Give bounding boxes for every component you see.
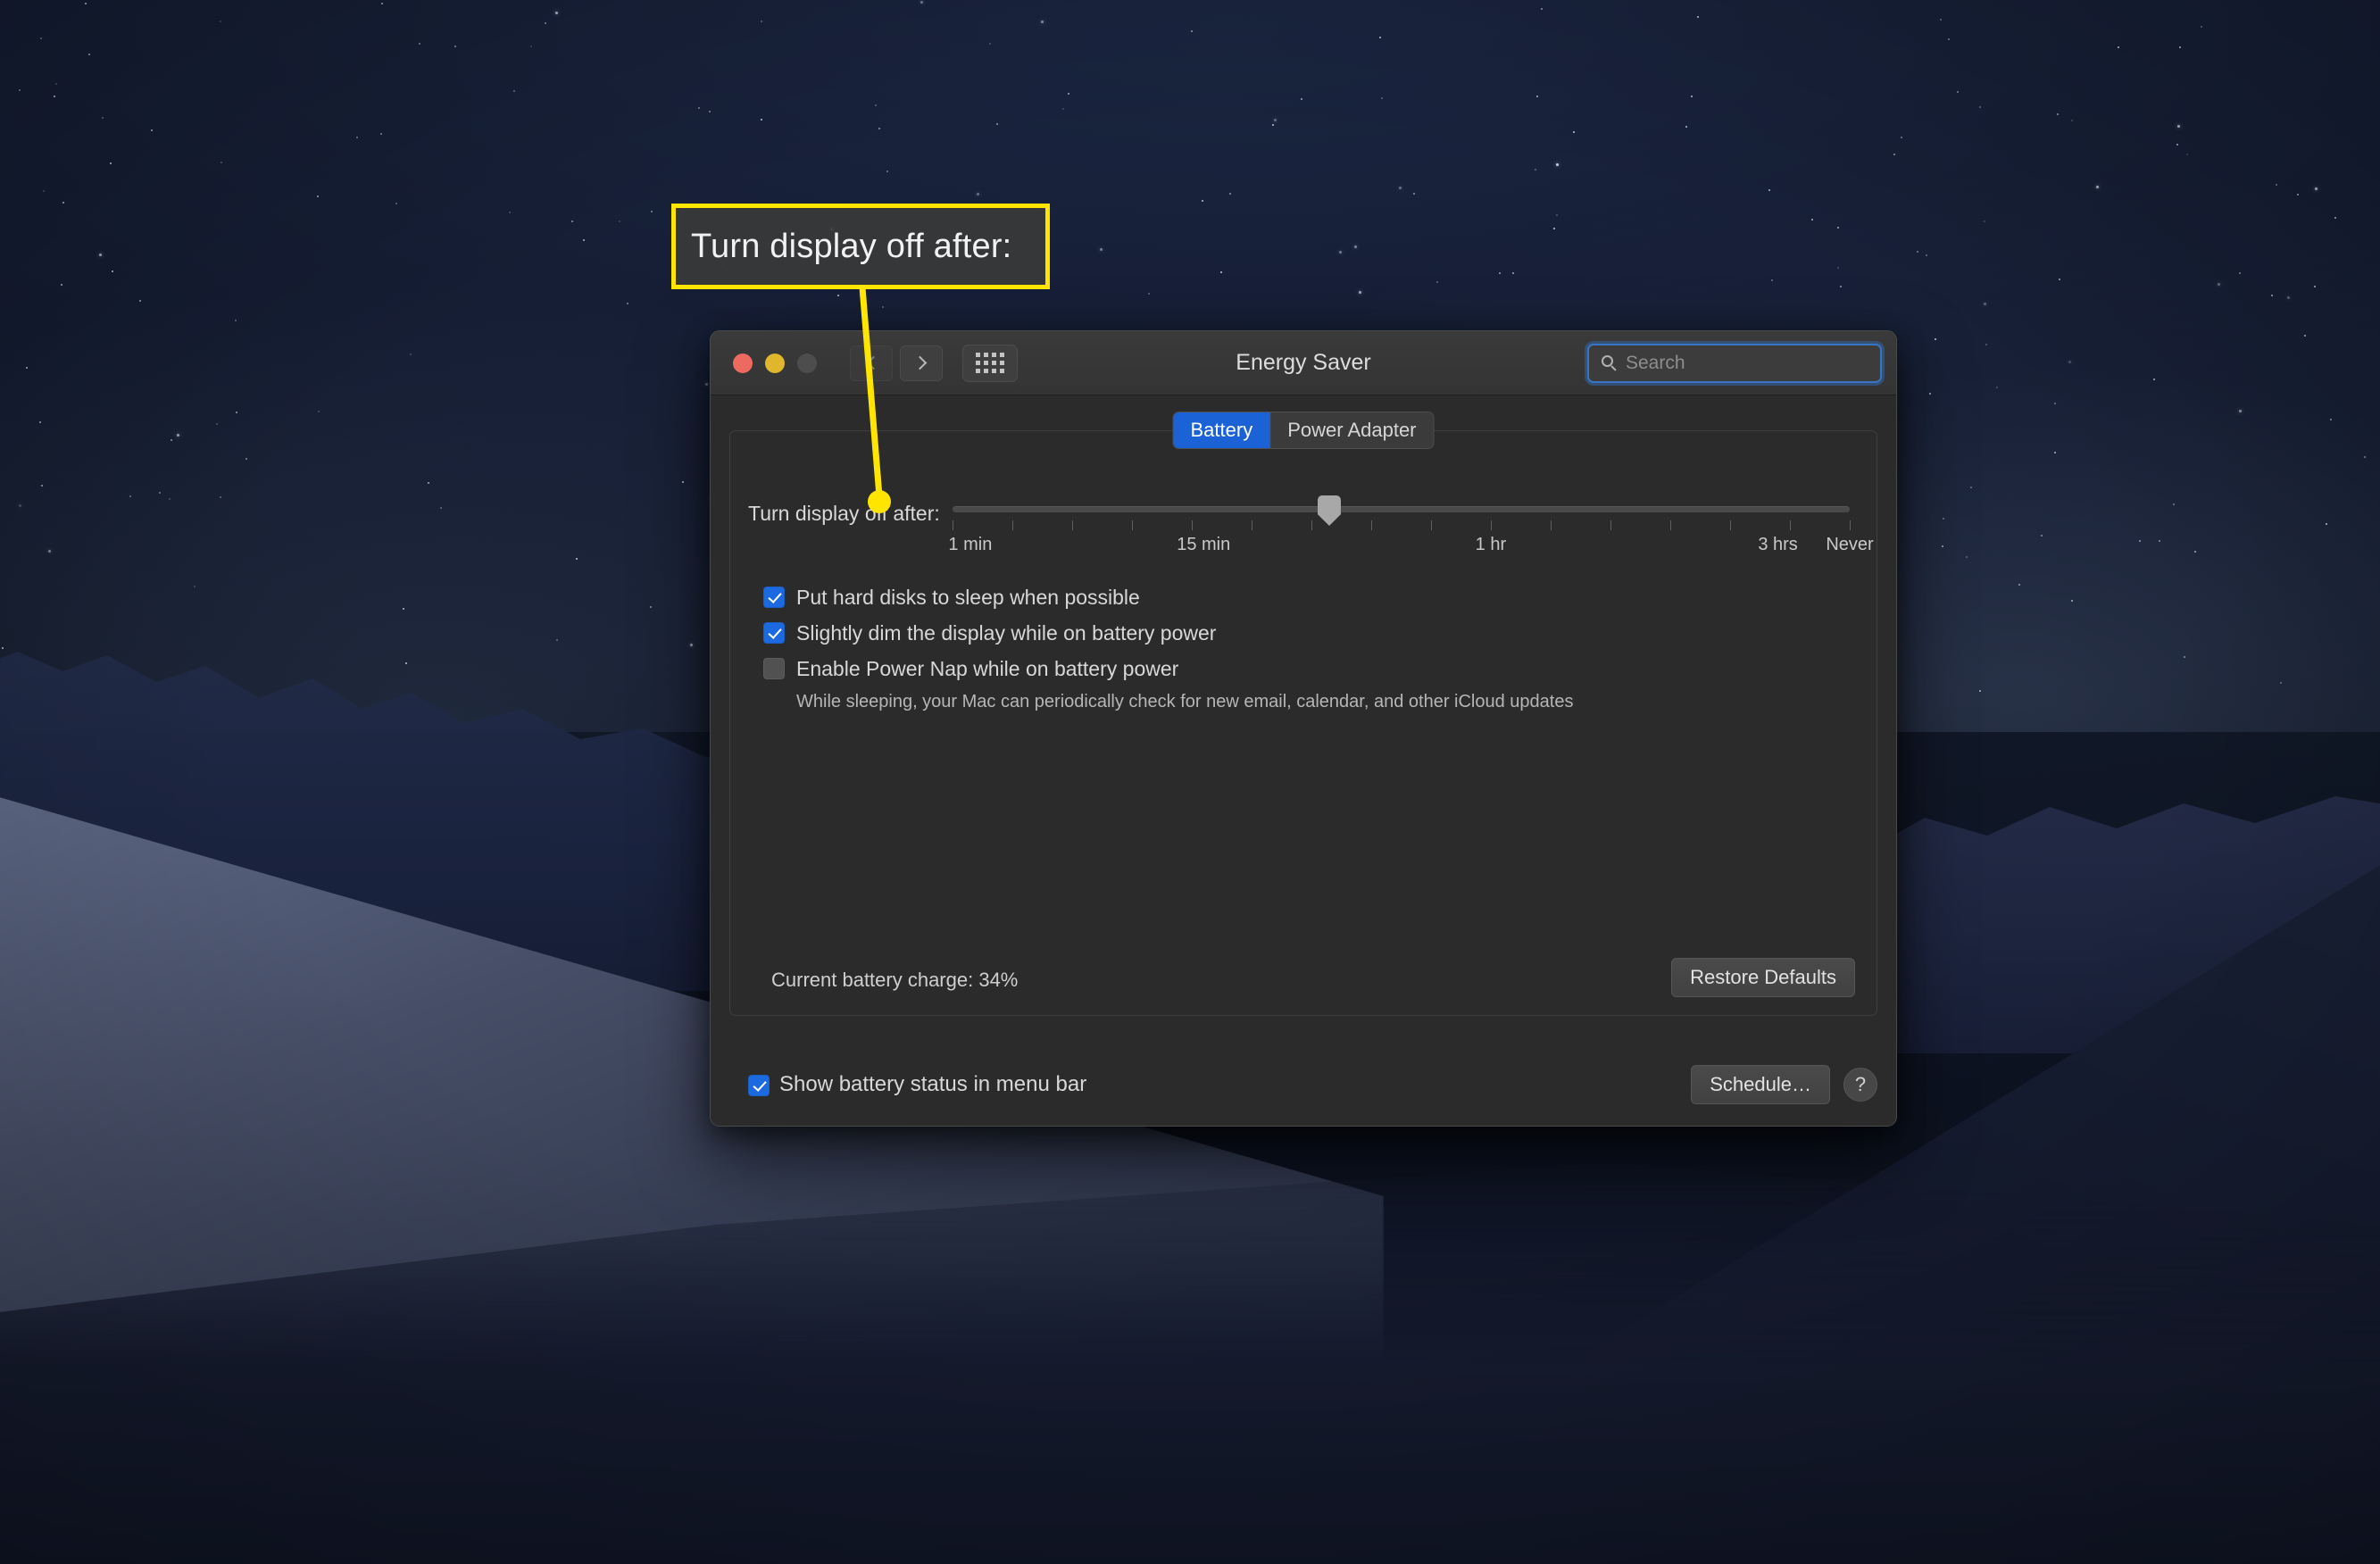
window-body: Battery Power Adapter Turn display off a…: [711, 395, 1896, 1126]
display-sleep-slider[interactable]: 1 min 15 min 1 hr 3 hrs Never: [948, 491, 1874, 577]
desktop: Turn display off after: Energy Saver Sea…: [0, 0, 2380, 1564]
battery-options-list: Put hard disks to sleep when possible Sl…: [763, 585, 1573, 712]
search-input[interactable]: [1626, 352, 1880, 374]
display-sleep-label: Turn display off after:: [748, 502, 940, 525]
window-footer: Show battery status in menu bar Schedule…: [729, 1062, 1877, 1107]
slider-tick: [1071, 520, 1073, 530]
chevron-left-icon: [866, 355, 880, 370]
help-button[interactable]: ?: [1843, 1068, 1877, 1102]
search-icon: [1602, 355, 1617, 371]
slider-tick: [1610, 520, 1611, 530]
checkbox-dim-display[interactable]: [763, 622, 785, 644]
tab-power-adapter[interactable]: Power Adapter: [1270, 412, 1434, 448]
slider-tick: [1011, 520, 1013, 530]
checkbox-power-nap[interactable]: [763, 658, 785, 679]
display-sleep-row: Turn display off after: 1 min 15 min 1 hr 3…: [748, 491, 1874, 577]
slider-tick: [1131, 520, 1133, 530]
slider-ticks: [952, 520, 1851, 531]
slider-tick: [1729, 520, 1731, 530]
footer-actions: Schedule… ?: [1691, 1065, 1877, 1104]
option-label: Show battery status in menu bar: [779, 1072, 1087, 1096]
settings-panel: Turn display off after: 1 min 15 min 1 hr 3…: [729, 430, 1877, 1016]
forward-button[interactable]: [900, 345, 943, 381]
tab-bar: Battery Power Adapter: [1172, 412, 1435, 449]
slider-tick: [1669, 520, 1671, 530]
slider-scale-label: 1 hr: [1475, 535, 1507, 554]
nav-buttons: [850, 345, 943, 381]
traffic-lights: [733, 353, 817, 373]
show-all-button[interactable]: [962, 344, 1018, 382]
slider-tick: [1850, 520, 1851, 530]
option-menubar-status[interactable]: Show battery status in menu bar: [748, 1072, 1086, 1097]
option-hard-disk-sleep[interactable]: Put hard disks to sleep when possible: [763, 585, 1573, 610]
tab-battery[interactable]: Battery: [1173, 412, 1271, 448]
search-field[interactable]: [1587, 343, 1882, 383]
slider-tick: [1370, 520, 1372, 530]
callout-label: Turn display off after:: [691, 227, 1012, 265]
back-button[interactable]: [850, 345, 893, 381]
slider-scale-label: Never: [1826, 535, 1874, 554]
grid-icon: [976, 353, 1004, 373]
battery-charge-status: Current battery charge: 34%: [771, 969, 1019, 991]
power-nap-description: While sleeping, your Mac can periodicall…: [796, 692, 1574, 711]
option-dim-display[interactable]: Slightly dim the display while on batter…: [763, 620, 1573, 645]
minimize-button[interactable]: [765, 353, 785, 373]
restore-defaults-button[interactable]: Restore Defaults: [1671, 958, 1855, 997]
zoom-button: [797, 353, 817, 373]
option-power-nap[interactable]: Enable Power Nap while on battery power: [763, 656, 1573, 681]
slider-scale-label: 1 min: [948, 535, 993, 554]
slider-tick: [1430, 520, 1432, 530]
slider-tick: [1550, 520, 1552, 530]
energy-saver-window: Energy Saver Battery Power Adapter Turn …: [710, 330, 1897, 1127]
slider-scale-label: 15 min: [1177, 535, 1231, 554]
option-label: Slightly dim the display while on batter…: [796, 621, 1217, 645]
callout-box: Turn display off after:: [671, 204, 1050, 289]
close-button[interactable]: [733, 353, 753, 373]
checkbox-menubar-status[interactable]: [748, 1075, 770, 1096]
slider-tick: [1789, 520, 1791, 530]
option-label: Put hard disks to sleep when possible: [796, 586, 1140, 609]
option-label: Enable Power Nap while on battery power: [796, 657, 1179, 680]
checkbox-hard-disk-sleep[interactable]: [763, 586, 785, 608]
window-titlebar: Energy Saver: [711, 331, 1896, 395]
chevron-right-icon: [912, 355, 927, 370]
schedule-button[interactable]: Schedule…: [1691, 1065, 1830, 1104]
slider-tick: [1490, 520, 1492, 530]
slider-tick: [1191, 520, 1193, 530]
slider-scale-labels: 1 min 15 min 1 hr 3 hrs Never: [948, 535, 1873, 560]
slider-tick: [1311, 520, 1312, 530]
slider-scale-label: 3 hrs: [1758, 535, 1798, 554]
slider-track[interactable]: [952, 506, 1850, 512]
